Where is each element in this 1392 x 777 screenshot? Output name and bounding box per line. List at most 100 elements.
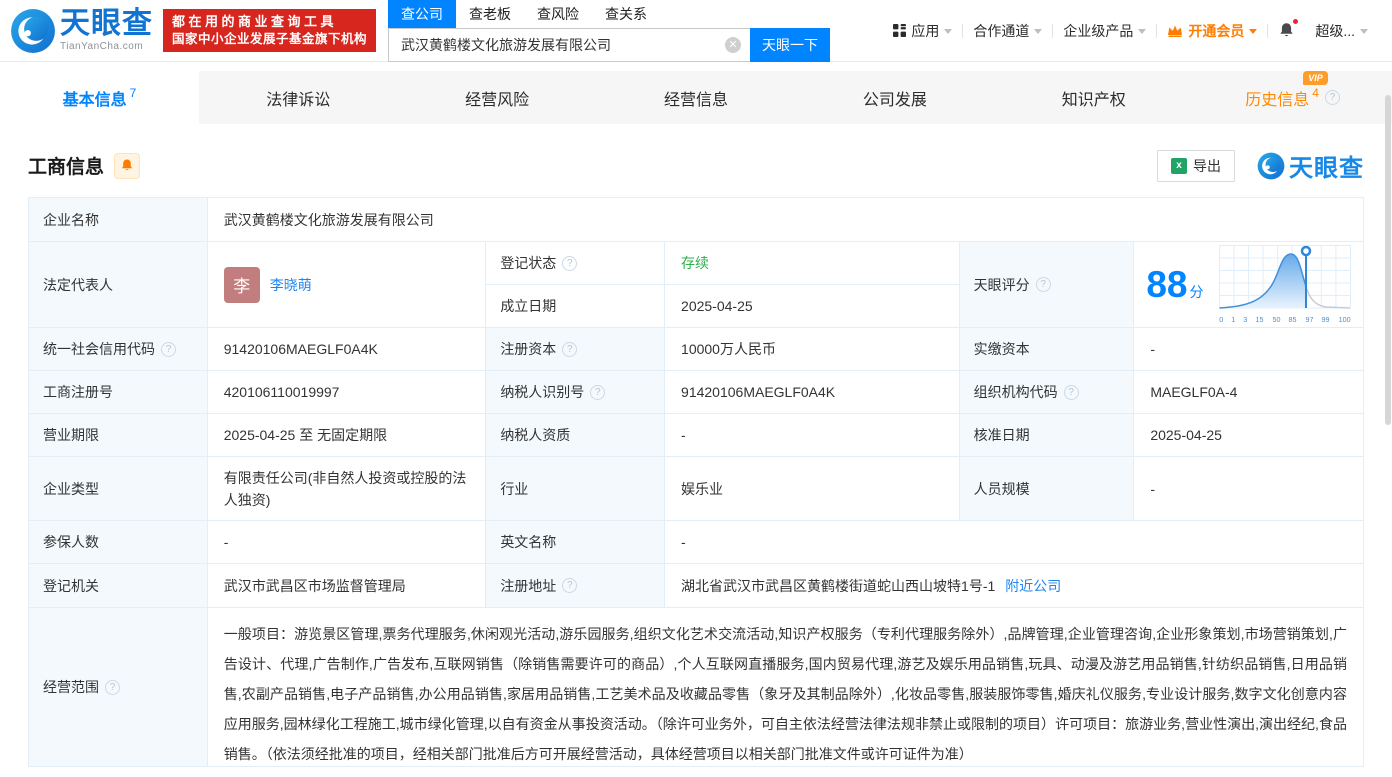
value-text: 420106110019997 <box>223 384 340 400</box>
toolbar-right: x 导出 天眼查 <box>1157 148 1364 183</box>
subscribe-bell-icon[interactable] <box>114 152 141 179</box>
nearby-companies-link[interactable]: 附近公司 <box>1005 576 1061 596</box>
nav-enterprise[interactable]: 企业级产品 <box>1053 21 1156 41</box>
value-text: - <box>1150 480 1155 497</box>
nav-apps[interactable]: 应用 <box>883 21 962 41</box>
section-toolbar: 工商信息 x 导出 天眼查 <box>28 148 1364 183</box>
bell-icon <box>1280 23 1294 37</box>
search-tab-company[interactable]: 查公司 <box>388 0 457 28</box>
brand-name: 天眼查 <box>60 7 153 40</box>
tab-intellectual-property[interactable]: 知识产权 <box>994 71 1193 124</box>
axis-tick: 97 <box>1305 315 1314 324</box>
tianyancha-logo[interactable]: 天眼查 TianYanCha.com <box>10 8 153 54</box>
value-text: 10000万人民币 <box>681 341 776 357</box>
field-label-reg-capital: 注册资本 ? <box>486 328 666 371</box>
label-text: 英文名称 <box>500 534 557 550</box>
watermark-logo: 天眼查 <box>1257 148 1364 183</box>
field-value-reg-capital: 10000万人民币 <box>665 328 960 371</box>
tab-count-badge: 4 <box>1312 85 1319 100</box>
tab-label: 基本信息 <box>62 91 127 109</box>
business-info-table: 企业名称 武汉黄鹤楼文化旅游发展有限公司 法定代表人 李 李晓萌 登记状态 ? … <box>28 197 1364 767</box>
help-icon[interactable]: ? <box>1324 90 1340 105</box>
score-distribution-chart: 0 1 3 15 50 85 97 99 100 <box>1218 245 1353 324</box>
help-icon[interactable]: ? <box>562 341 578 357</box>
label-text: 天眼评分 <box>973 276 1030 293</box>
field-value-taxpayer-id: 91420106MAEGLF0A4K <box>665 371 960 414</box>
help-icon[interactable]: ? <box>105 679 120 695</box>
tab-business-risk[interactable]: 经营风险 <box>398 71 597 124</box>
tab-legal-proceedings[interactable]: 法律诉讼 <box>199 71 398 124</box>
search-box: ✕ 天眼一下 <box>388 27 831 62</box>
label-text: 实缴资本 <box>973 341 1030 357</box>
field-value-staff-size: - <box>1134 457 1363 521</box>
help-icon[interactable]: ? <box>161 341 176 357</box>
nav-partner[interactable]: 合作通道 <box>963 21 1052 41</box>
nav-vip[interactable]: 开通会员 <box>1157 21 1267 41</box>
field-value-reg-authority: 武汉市武昌区市场监督管理局 <box>207 564 487 608</box>
legal-rep-avatar[interactable]: 李 <box>223 266 260 303</box>
search-tab-boss[interactable]: 查老板 <box>456 0 524 28</box>
help-icon[interactable]: ? <box>1035 277 1051 292</box>
company-search-input[interactable] <box>388 27 751 62</box>
field-label-insured-count: 参保人数 <box>29 521 208 564</box>
page-tabs: 基本信息 7 法律诉讼 经营风险 经营信息 公司发展 知识产权 VIP 历史信息… <box>0 70 1392 124</box>
value-text: 有限责任公司(非自然人投资或控股的法人独资) <box>223 469 467 508</box>
field-value-tianyan-score: 88 分 0 1 3 15 50 85 97 99 100 <box>1134 242 1363 328</box>
field-value-legal-rep: 李 李晓萌 <box>207 242 487 328</box>
tab-label: 历史信息 <box>1245 91 1310 109</box>
score-value: 88 分 <box>1146 264 1203 306</box>
field-label-tianyan-score: 天眼评分 ? <box>959 242 1135 328</box>
label-text: 核准日期 <box>973 427 1030 443</box>
chevron-down-icon <box>1249 29 1258 34</box>
field-value-established-date: 2025-04-25 <box>665 285 960 328</box>
brand-domain: TianYanCha.com <box>60 41 144 52</box>
search-area: 查公司 查老板 查风险 查关系 ✕ 天眼一下 <box>388 0 831 62</box>
field-value-company-name: 武汉黄鹤楼文化旅游发展有限公司 <box>207 198 1363 242</box>
tab-count-badge: 7 <box>129 85 137 100</box>
label-text: 纳税人资质 <box>500 427 571 443</box>
help-icon[interactable]: ? <box>590 384 606 400</box>
notification-dot <box>1292 18 1300 25</box>
help-icon[interactable]: ? <box>562 255 578 271</box>
slogan-line1: 都在用的商业查询工具 <box>172 14 338 30</box>
field-label-paid-capital: 实缴资本 <box>959 328 1135 371</box>
nav-partner-label: 合作通道 <box>973 22 1030 39</box>
label-text: 营业期限 <box>43 427 99 443</box>
scrollbar-thumb[interactable] <box>1385 95 1391 425</box>
logo-swirl-icon <box>11 8 55 53</box>
search-tab-relation[interactable]: 查关系 <box>592 0 660 28</box>
label-text: 纳税人识别号 <box>500 384 585 400</box>
tab-basic-info[interactable]: 基本信息 7 <box>0 71 199 124</box>
legal-rep-link[interactable]: 李晓萌 <box>270 275 312 295</box>
label-text: 企业名称 <box>43 211 99 228</box>
clear-search-icon[interactable]: ✕ <box>725 36 742 53</box>
chevron-down-icon <box>944 29 953 34</box>
watermark-brand: 天眼查 <box>1289 155 1364 182</box>
field-value-business-scope: 一般项目：游览景区管理,票务代理服务,休闲观光活动,游乐园服务,组织文化艺术交流… <box>207 608 1363 766</box>
slogan-badge: 都在用的商业查询工具 国家中小企业发展子基金旗下机构 <box>163 9 377 52</box>
tab-company-development[interactable]: 公司发展 <box>795 71 994 124</box>
notification-bell[interactable] <box>1268 18 1305 39</box>
label-text: 登记状态 <box>500 255 557 271</box>
crown-icon <box>1167 24 1183 37</box>
value-text: - <box>223 534 229 550</box>
axis-tick: 100 <box>1338 315 1351 324</box>
axis-tick: 15 <box>1255 315 1264 324</box>
field-label-org-code: 组织机构代码 ? <box>959 371 1135 414</box>
tab-business-info[interactable]: 经营信息 <box>597 71 796 124</box>
field-value-uscc: 91420106MAEGLF0A4K <box>207 328 487 371</box>
field-label-industry: 行业 <box>486 457 666 521</box>
tab-history-info[interactable]: VIP 历史信息 4 ? <box>1193 70 1392 124</box>
excel-icon: x <box>1171 157 1187 174</box>
field-value-business-term: 2025-04-25 至 无固定期限 <box>207 414 487 457</box>
help-icon[interactable]: ? <box>1063 384 1079 400</box>
help-icon[interactable]: ? <box>562 578 578 593</box>
nav-user[interactable]: 超级... <box>1305 21 1378 41</box>
field-value-approval-date: 2025-04-25 <box>1134 414 1363 457</box>
export-button[interactable]: x 导出 <box>1157 149 1235 182</box>
search-button[interactable]: 天眼一下 <box>750 27 831 62</box>
score-unit: 分 <box>1189 283 1204 300</box>
score-number: 88 <box>1146 263 1188 305</box>
export-label: 导出 <box>1193 157 1221 174</box>
search-tab-risk[interactable]: 查风险 <box>524 0 592 28</box>
